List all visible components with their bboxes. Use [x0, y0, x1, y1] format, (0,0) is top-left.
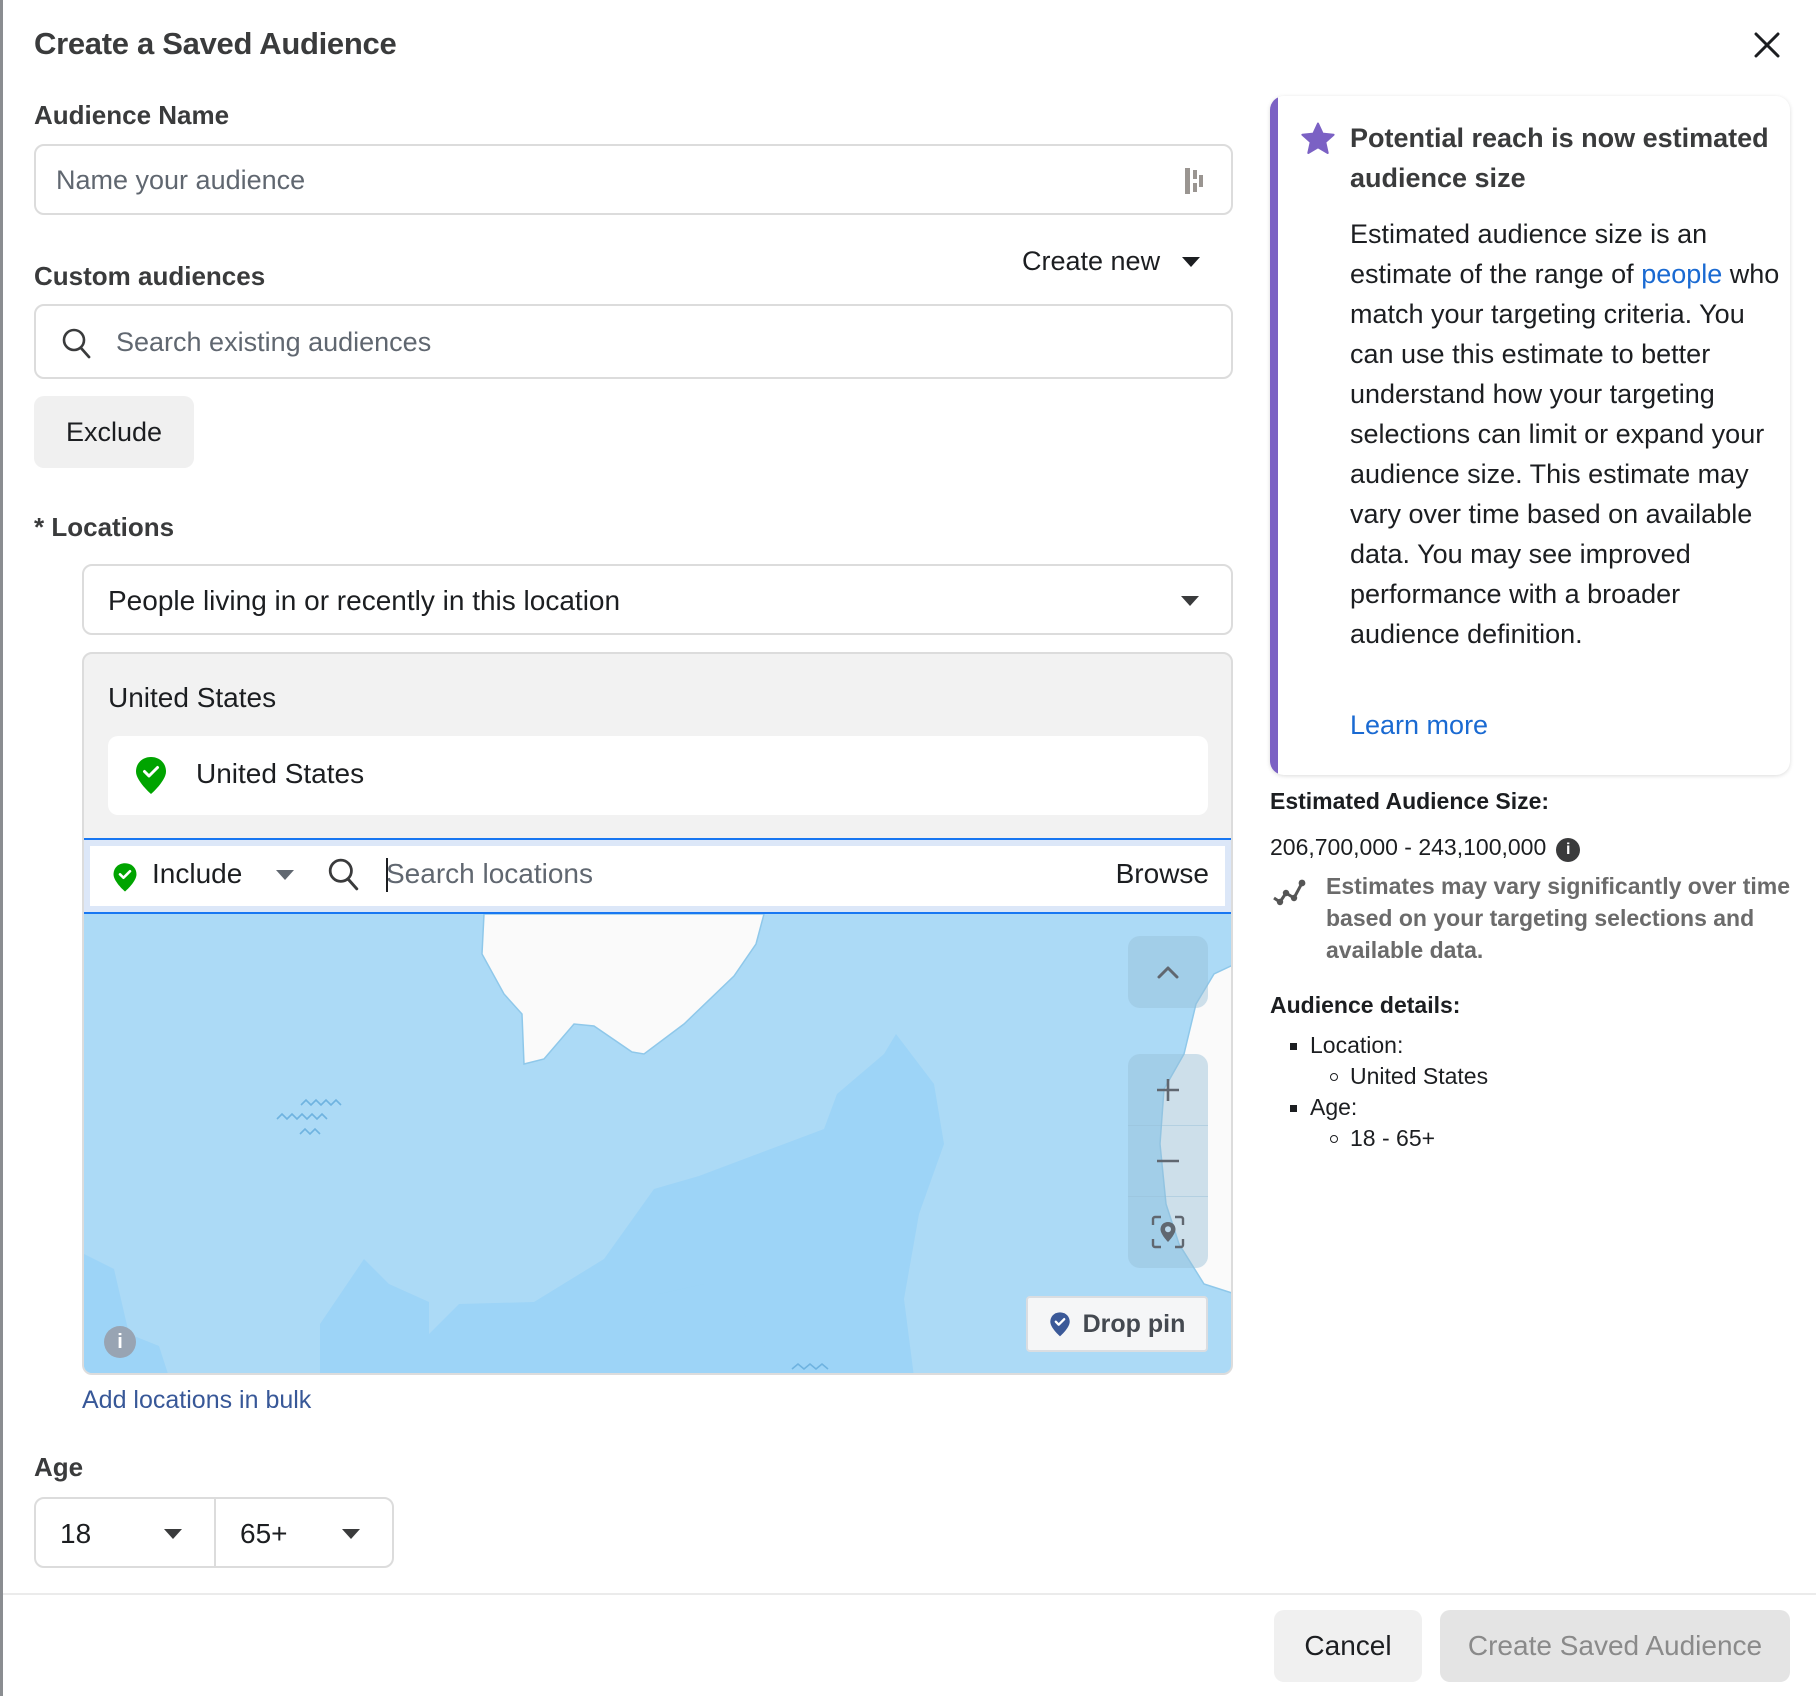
age-max-select[interactable]: 65+: [214, 1499, 392, 1566]
map-info-icon[interactable]: i: [104, 1326, 136, 1358]
audience-name-label: Audience Name: [34, 100, 230, 130]
footer-divider: [3, 1593, 1816, 1595]
create-new-label: Create new: [1022, 246, 1161, 276]
estimated-range: 206,700,000 - 243,100,000: [1270, 833, 1547, 860]
dialog-title: Create a Saved Audience: [34, 26, 397, 61]
estimated-size-label: Estimated Audience Size:: [1270, 788, 1550, 814]
caret-down-icon: [1181, 596, 1199, 606]
recenter-pin-icon: [1151, 1215, 1185, 1249]
drop-pin-icon: [1049, 1312, 1070, 1337]
search-icon: [62, 328, 91, 359]
minus-icon: [1157, 1159, 1179, 1163]
drop-pin-label: Drop pin: [1082, 1309, 1186, 1338]
window-edge: [0, 0, 3, 1696]
info-card-heading: Potential reach is now estimated audienc…: [1350, 123, 1769, 193]
browse-button[interactable]: Browse: [1116, 858, 1209, 890]
caret-down-icon: [1182, 256, 1201, 267]
search-icon: [328, 858, 359, 891]
location-type-value: People living in or recently in this loc…: [108, 585, 621, 616]
custom-audiences-label: Custom audiences: [34, 261, 266, 291]
include-pin-icon: [113, 863, 137, 892]
include-mode-dropdown[interactable]: Include: [152, 858, 242, 890]
location-group-header: United States: [108, 682, 277, 713]
locations-panel: United States United States Include Sear…: [82, 652, 1233, 1375]
location-map[interactable]: Drop pin i: [84, 914, 1231, 1373]
detail-key-age: Age:: [1270, 1092, 1488, 1123]
exclude-button[interactable]: Exclude: [34, 396, 194, 468]
selected-location-item[interactable]: United States: [108, 736, 1208, 815]
age-min-select[interactable]: 18: [36, 1499, 214, 1566]
caret-down-icon: [164, 1529, 182, 1539]
close-icon: [1754, 32, 1780, 58]
info-card-body: Estimated audience size is an estimate o…: [1350, 214, 1780, 654]
age-label: Age: [34, 1452, 84, 1482]
create-new-dropdown[interactable]: Create new: [1022, 246, 1201, 277]
search-locations-input[interactable]: Search locations: [386, 858, 593, 890]
password-manager-icon[interactable]: [1183, 166, 1205, 196]
add-locations-bulk-link[interactable]: Add locations in bulk: [82, 1386, 311, 1415]
detail-key-location: Location:: [1270, 1030, 1488, 1061]
map-zoom-out-button[interactable]: [1128, 1125, 1208, 1197]
map-recenter-button[interactable]: [1128, 1196, 1208, 1268]
close-button[interactable]: [1748, 26, 1786, 64]
locations-label: * Locations: [34, 512, 175, 542]
drop-pin-button[interactable]: Drop pin: [1026, 1296, 1208, 1352]
plus-icon: [1157, 1079, 1179, 1101]
audience-details-list: Location: United States Age: 18 - 65+: [1270, 1030, 1488, 1154]
location-type-dropdown[interactable]: People living in or recently in this loc…: [82, 564, 1233, 635]
trend-line-icon: [1273, 879, 1306, 906]
age-max-value: 65+: [240, 1518, 288, 1549]
age-range-selector: 18 65+: [34, 1497, 394, 1568]
audience-details-label: Audience details:: [1270, 992, 1461, 1018]
create-saved-audience-button[interactable]: Create Saved Audience: [1440, 1610, 1790, 1682]
info-body-text-2: who match your targeting criteria. You c…: [1350, 259, 1780, 649]
age-min-value: 18: [60, 1518, 92, 1549]
map-zoom-in-button[interactable]: [1128, 1054, 1208, 1126]
include-pin-icon: [136, 757, 166, 794]
caret-down-icon: [342, 1529, 360, 1539]
text-cursor: [386, 858, 388, 892]
map-collapse-button[interactable]: [1128, 936, 1208, 1008]
cancel-button[interactable]: Cancel: [1274, 1610, 1422, 1682]
info-icon[interactable]: i: [1556, 838, 1581, 862]
star-icon: [1301, 122, 1335, 154]
learn-more-link[interactable]: Learn more: [1350, 710, 1488, 741]
info-card-accent: [1270, 96, 1278, 775]
detail-value-location: United States: [1270, 1061, 1488, 1092]
chevron-up-icon: [1157, 966, 1179, 979]
audience-name-placeholder: Name your audience: [56, 165, 306, 195]
selected-location-name: United States: [196, 758, 365, 789]
estimated-size-value: 206,700,000 - 243,100,000 i: [1270, 832, 1581, 862]
people-link[interactable]: people: [1641, 259, 1722, 289]
search-audiences-input[interactable]: Search existing audiences: [34, 304, 1233, 379]
detail-value-age: 18 - 65+: [1270, 1123, 1488, 1154]
info-card: Potential reach is now estimated audienc…: [1270, 96, 1790, 775]
location-search-row: Include Search locations Browse: [84, 838, 1231, 914]
caret-down-icon[interactable]: [276, 870, 294, 880]
audience-name-input[interactable]: Name your audience: [34, 144, 1233, 215]
search-audiences-placeholder: Search existing audiences: [116, 327, 432, 357]
estimate-note-text: Estimates may vary significantly over ti…: [1326, 873, 1791, 963]
